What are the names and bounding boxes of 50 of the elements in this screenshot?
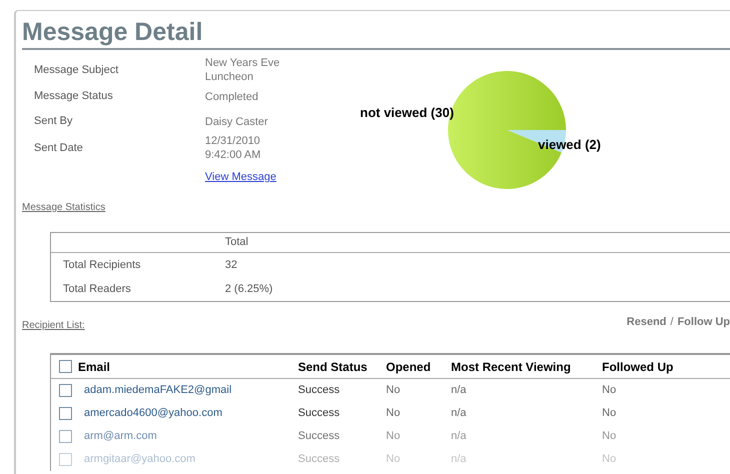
separator: /	[670, 315, 674, 330]
table-cell-text: No	[602, 406, 616, 422]
table-cell-text: n/a	[451, 406, 468, 422]
checkbox[interactable]	[59, 384, 72, 397]
checkbox[interactable]	[59, 407, 72, 420]
statistics-link[interactable]: Message Statistics	[22, 202, 106, 213]
table-cell-text: No	[386, 406, 402, 422]
table-cell-text: Total Readers	[63, 282, 132, 297]
column-header: Opened	[386, 358, 432, 376]
table-cell-text: No	[602, 429, 616, 444]
table-cell-text: No	[602, 452, 616, 468]
column-header: Email	[77, 358, 112, 376]
detail-value: 12/31/2010 9:42:00 AM	[205, 134, 262, 162]
table-cell-text: No	[386, 429, 402, 444]
detail-label: Message Status	[34, 89, 114, 104]
table-cell-text: No	[386, 383, 402, 398]
column-header: Total	[225, 235, 248, 250]
table-cell-text: Success	[298, 406, 341, 422]
recipient-list-link[interactable]: Recipient List:	[22, 318, 85, 333]
table-cell-text: n/a	[451, 383, 468, 398]
detail-value: Daisy Caster	[205, 114, 269, 128]
table-cell-text: No	[386, 452, 402, 468]
checkbox[interactable]	[59, 430, 72, 443]
column-header: Most Recent Viewing	[451, 358, 572, 376]
table-cell-text: Success	[298, 383, 341, 398]
table-cell-text: n/a	[451, 429, 468, 444]
table-cell-text: Total Recipients	[63, 258, 142, 273]
table-cell-text: n/a	[451, 452, 468, 468]
email-cell-text: armgitaar@yahoo.com	[83, 452, 196, 468]
detail-label: Message Subject	[34, 62, 120, 78]
table-cell-text: Success	[298, 429, 341, 444]
column-header: Followed Up	[602, 358, 674, 376]
table-cell-text: No	[602, 383, 616, 398]
checkbox[interactable]	[59, 360, 72, 373]
action-link[interactable]: Follow Up	[677, 314, 730, 330]
table-cell-text: Success	[298, 452, 341, 468]
detail-value: Completed	[205, 90, 260, 104]
email-cell-text: arm@arm.com	[83, 429, 158, 444]
email-cell-text: amercado4600@yahoo.com	[83, 406, 224, 422]
detail-label: Sent Date	[34, 140, 84, 156]
table-cell-text: 2 (6.25%)	[225, 282, 273, 297]
email-cell-text: adam.miedemaFAKE2@gmail	[83, 383, 233, 398]
detail-label: Sent By	[34, 114, 74, 130]
column-header: Send Status	[298, 358, 368, 376]
table-cell-text: 32	[225, 258, 238, 273]
page-title: Message Detail	[22, 17, 204, 47]
action-link[interactable]: Resend	[626, 314, 666, 330]
detail-value: New Years Eve Luncheon	[205, 56, 281, 84]
slice-label: viewed (2)	[538, 136, 601, 154]
view-message-link[interactable]: View Message	[205, 171, 276, 183]
